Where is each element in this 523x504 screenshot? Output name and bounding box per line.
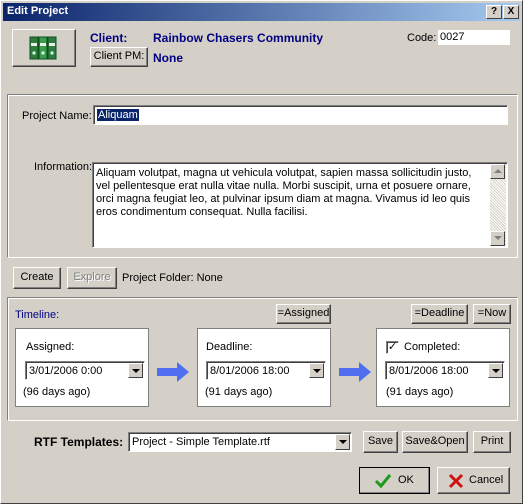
code-value: 0027 — [440, 31, 465, 43]
project-icon-button[interactable] — [12, 29, 76, 67]
completed-date-value: 8/01/2006 18:00 — [389, 365, 469, 377]
set-deadline-button[interactable]: =Deadline — [411, 304, 468, 324]
completed-ago: (91 days ago) — [386, 386, 454, 398]
chevron-down-icon[interactable] — [309, 363, 324, 378]
deadline-label: Deadline: — [206, 341, 253, 353]
chevron-down-icon[interactable] — [488, 363, 503, 378]
rtf-templates-label: RTF Templates: — [34, 435, 124, 449]
window-title: Edit Project — [7, 5, 69, 17]
checkmark-icon — [374, 474, 392, 489]
project-name-label: Project Name: — [22, 110, 92, 122]
x-icon — [448, 473, 464, 489]
rtf-template-select[interactable]: Project - Simple Template.rtf — [128, 432, 352, 452]
project-folder-text: Project Folder: None — [122, 272, 223, 284]
completed-date-picker[interactable]: 8/01/2006 18:00 — [385, 361, 505, 380]
scroll-up-icon[interactable] — [490, 164, 505, 179]
assigned-date-value: 3/01/2006 0:00 — [29, 365, 103, 377]
assigned-ago: (96 days ago) — [23, 386, 91, 398]
completed-panel: ✓ Completed: 8/01/2006 18:00 (91 days ag… — [376, 328, 510, 407]
completed-checkbox[interactable]: ✓ — [386, 341, 399, 354]
set-now-button[interactable]: =Now — [473, 304, 511, 324]
rtf-save-open-button[interactable]: Save&Open — [402, 431, 468, 453]
create-folder-button[interactable]: Create — [13, 267, 61, 289]
information-scrollbar[interactable] — [490, 164, 506, 246]
assigned-date-picker[interactable]: 3/01/2006 0:00 — [25, 361, 145, 380]
assigned-label: Assigned: — [26, 341, 75, 353]
information-text: Aliquam volutpat, magna ut vehicula volu… — [96, 167, 472, 218]
binders-icon — [29, 36, 57, 60]
arrow-right-icon — [157, 362, 189, 382]
arrow-right-icon — [339, 362, 371, 382]
deadline-panel: Deadline: 8/01/2006 18:00 (91 days ago) — [197, 328, 331, 407]
title-bar: Edit Project ? X — [3, 3, 520, 21]
code-label: Code: — [407, 32, 437, 44]
client-pm-value: None — [153, 51, 183, 65]
rtf-template-value: Project - Simple Template.rtf — [132, 436, 270, 448]
help-button[interactable]: ? — [486, 5, 502, 19]
cancel-button[interactable]: Cancel — [437, 467, 510, 494]
deadline-date-value: 8/01/2006 18:00 — [210, 365, 290, 377]
close-button[interactable]: X — [503, 5, 519, 19]
explore-folder-button[interactable]: Explore — [67, 267, 117, 289]
chevron-down-icon[interactable] — [128, 363, 143, 378]
information-label: Information: — [34, 161, 93, 173]
set-assigned-button[interactable]: =Assigned — [276, 304, 331, 324]
rtf-print-button[interactable]: Print — [473, 431, 511, 453]
scroll-down-icon[interactable] — [490, 231, 505, 246]
assigned-panel: Assigned: 3/01/2006 0:00 (96 days ago) — [15, 328, 149, 407]
cancel-label: Cancel — [469, 474, 504, 486]
information-textarea[interactable]: Aliquam volutpat, magna ut vehicula volu… — [92, 162, 508, 248]
completed-label: Completed: — [404, 341, 461, 353]
ok-label: OK — [398, 474, 414, 486]
timeline-label: Timeline: — [15, 309, 60, 321]
client-label: Client: — [90, 31, 128, 45]
code-field: 0027 — [438, 30, 510, 45]
edit-project-dialog: Edit Project ? X Client: Rainbow Chasers… — [0, 0, 523, 504]
project-name-value: Aliquam — [97, 109, 139, 121]
client-pm-button[interactable]: Client PM: — [90, 47, 148, 67]
rtf-save-button[interactable]: Save — [363, 431, 398, 453]
deadline-date-picker[interactable]: 8/01/2006 18:00 — [206, 361, 326, 380]
chevron-down-icon[interactable] — [335, 434, 350, 450]
deadline-ago: (91 days ago) — [205, 386, 273, 398]
project-name-field[interactable]: Aliquam — [93, 105, 508, 125]
ok-button[interactable]: OK — [359, 467, 430, 494]
client-value: Rainbow Chasers Community — [153, 31, 324, 45]
